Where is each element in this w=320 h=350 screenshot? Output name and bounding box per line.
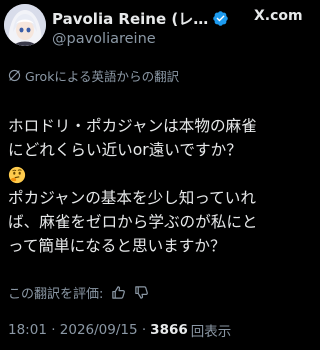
author-handle[interactable]: @pavoliareine: [52, 31, 156, 47]
views-label: 回表示: [190, 324, 232, 340]
x-brand: X.com: [254, 8, 303, 24]
post-text: ホロドリ・ポカジャンは本物の麻雀 にどれくらい近いor遠いですか？ ポカジャンの…: [8, 114, 313, 258]
views-count: 3866: [150, 322, 188, 338]
post-line: ポカジャンの基本を少し知っていれ: [8, 189, 256, 207]
avatar-image: [4, 4, 46, 46]
thumbs-down-icon[interactable]: [134, 285, 149, 300]
grok-icon: [8, 69, 21, 82]
author-row[interactable]: Pavolia Reine (レ…: [52, 7, 252, 29]
rate-translation-label: この翻訳を評価:: [8, 287, 104, 302]
thumbs-up-icon[interactable]: [111, 285, 126, 300]
translation-notice: Grokによる英語からの翻訳: [8, 66, 179, 85]
rate-translation: この翻訳を評価:: [8, 283, 149, 302]
x-brand-label: X.com: [254, 8, 303, 24]
translation-label: Grokによる英語からの翻訳: [25, 69, 180, 84]
avatar[interactable]: [4, 4, 46, 46]
post-header: Pavolia Reine (レ… @pavoliareine X.com: [0, 0, 315, 56]
post-line: ホロドリ・ポカジャンは本物の麻雀: [8, 117, 257, 135]
post-line: にどれくらい近いor遠いですか？: [8, 141, 242, 159]
post-line: [8, 162, 313, 186]
author-display-name[interactable]: Pavolia Reine (レ…: [52, 8, 208, 29]
post-line: ば、麻雀をゼロから学ぶのが私にと: [8, 213, 258, 231]
post-line: って簡単になると思いますか？: [8, 237, 226, 255]
verified-badge-icon: [213, 10, 228, 26]
thinking-face-icon: [8, 166, 26, 183]
post-meta: 18:01 · 2026/09/15 · 3866 回表示: [8, 320, 231, 340]
post-datetime[interactable]: 18:01 · 2026/09/15 ·: [8, 322, 146, 338]
